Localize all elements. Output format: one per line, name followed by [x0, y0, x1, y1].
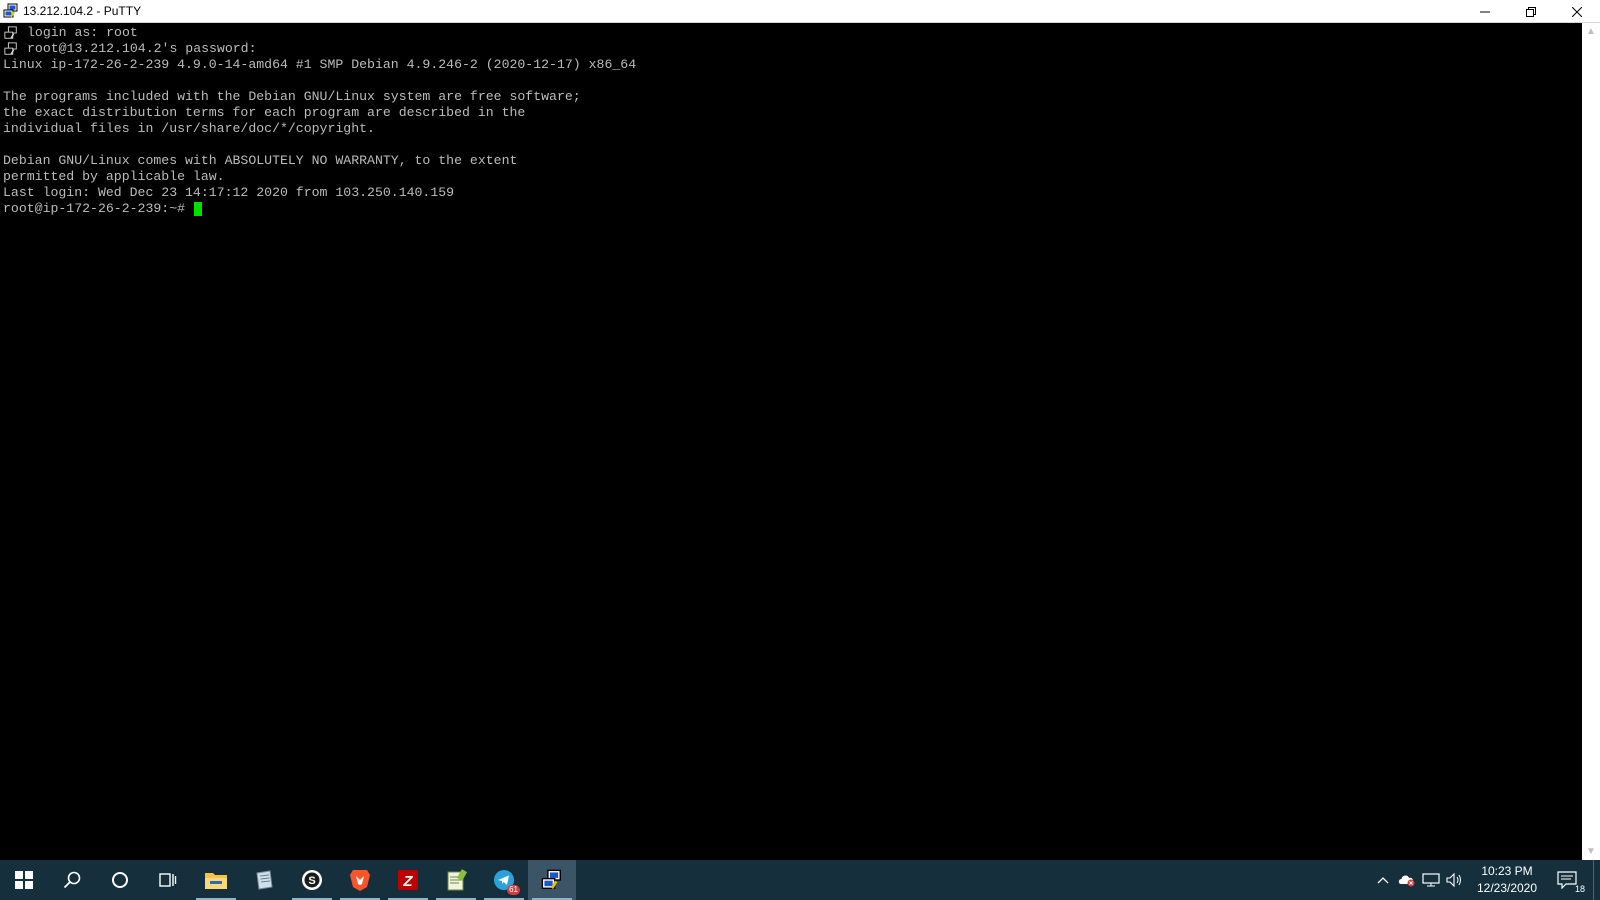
system-tray: 10:23 PM 12/23/2020 18	[1371, 860, 1600, 900]
terminal-line-text: Linux ip-172-26-2-239 4.9.0-14-amd64 #1 …	[3, 57, 637, 72]
terminal-line: root@13.212.104.2's password:	[3, 41, 1582, 57]
show-desktop-button[interactable]	[1593, 860, 1600, 900]
terminal-line: login as: root	[3, 25, 1582, 41]
brave-lion-icon	[350, 870, 370, 891]
terminal-line-text: root@13.212.104.2's password:	[27, 41, 257, 56]
taskbar-app-s[interactable]: S	[288, 860, 336, 900]
taskbar-putty[interactable]	[528, 860, 576, 900]
speaker-icon	[1446, 873, 1461, 887]
terminal-prompt-line[interactable]: root@ip-172-26-2-239:~#	[3, 201, 1582, 217]
search-button[interactable]	[48, 860, 96, 900]
minimize-icon	[1480, 11, 1490, 12]
putty-event-icon	[4, 26, 17, 39]
terminal-line: The programs included with the Debian GN…	[3, 89, 1582, 105]
terminal-line-text: permitted by applicable law.	[3, 169, 225, 184]
close-button[interactable]	[1554, 0, 1600, 23]
restore-button[interactable]	[1508, 0, 1554, 23]
svg-text:S: S	[308, 875, 315, 887]
taskbar: S Z 61 10:23 PM 12/23/2020 18	[0, 860, 1600, 900]
close-icon	[1572, 6, 1582, 17]
clock-time: 10:23 PM	[1481, 864, 1533, 878]
onedrive-tray-button[interactable]	[1395, 860, 1419, 900]
taskbar-notepad-plus[interactable]	[432, 860, 480, 900]
task-view-button[interactable]	[144, 860, 192, 900]
taskbar-file-explorer[interactable]	[192, 860, 240, 900]
terminal-line: Last login: Wed Dec 23 14:17:12 2020 fro…	[3, 185, 1582, 201]
vertical-scrollbar[interactable]: ▲ ▼	[1582, 23, 1600, 860]
taskbar-telegram[interactable]: 61	[480, 860, 528, 900]
putty-event-icon	[4, 42, 17, 55]
volume-tray-button[interactable]	[1443, 860, 1467, 900]
terminal-line: Debian GNU/Linux comes with ABSOLUTELY N…	[3, 153, 1582, 169]
terminal-line: permitted by applicable law.	[3, 169, 1582, 185]
window-title: 13.212.104.2 - PuTTY	[23, 4, 142, 18]
terminal-line-text: login as: root	[27, 25, 138, 40]
windows-icon	[15, 871, 33, 889]
notification-count: 18	[1574, 884, 1585, 894]
taskbar-notes-app[interactable]	[240, 860, 288, 900]
terminal-line: the exact distribution terms for each pr…	[3, 105, 1582, 121]
terminal-line-text: Last login: Wed Dec 23 14:17:12 2020 fro…	[3, 185, 455, 200]
svg-text:Z: Z	[402, 873, 413, 890]
folder-icon	[205, 873, 227, 889]
show-hidden-icons-button[interactable]	[1371, 860, 1395, 900]
action-center-button[interactable]: 18	[1547, 860, 1587, 900]
cortana-icon	[112, 872, 128, 888]
search-icon	[63, 871, 81, 889]
network-tray-button[interactable]	[1419, 860, 1443, 900]
s-app-icon: S	[302, 870, 322, 890]
terminal-line-text: The programs included with the Debian GN…	[3, 89, 581, 104]
scroll-up-icon[interactable]: ▲	[1582, 23, 1600, 40]
network-icon	[1422, 873, 1440, 887]
cortana-button[interactable]	[96, 860, 144, 900]
clock-date: 12/23/2020	[1476, 881, 1538, 895]
terminal-line-text: individual files in /usr/share/doc/*/cop…	[3, 121, 375, 136]
terminal-line: Linux ip-172-26-2-239 4.9.0-14-amd64 #1 …	[3, 57, 1582, 73]
terminal-line-text: Debian GNU/Linux comes with ABSOLUTELY N…	[3, 153, 518, 168]
putty-icon	[541, 869, 561, 889]
task-view-icon	[159, 873, 177, 887]
notebook-icon	[256, 870, 273, 890]
window-titlebar[interactable]: 13.212.104.2 - PuTTY	[0, 0, 1600, 23]
telegram-unread-badge: 61	[507, 885, 520, 895]
taskbar-brave-browser[interactable]	[336, 860, 384, 900]
terminal-output[interactable]: login as: root root@13.212.104.2's passwo…	[0, 23, 1582, 860]
cloud-error-icon	[1398, 875, 1415, 887]
scroll-down-icon[interactable]: ▼	[1582, 843, 1600, 860]
start-button[interactable]	[0, 860, 48, 900]
minimize-button[interactable]	[1462, 0, 1508, 23]
filezilla-icon: Z	[398, 870, 418, 890]
taskbar-clock[interactable]: 10:23 PM 12/23/2020	[1467, 863, 1547, 897]
terminal-line: individual files in /usr/share/doc/*/cop…	[3, 121, 1582, 137]
terminal-line-text: the exact distribution terms for each pr…	[3, 105, 526, 120]
shell-prompt: root@ip-172-26-2-239:~#	[3, 201, 186, 216]
taskbar-filezilla[interactable]: Z	[384, 860, 432, 900]
restore-icon	[1526, 6, 1536, 17]
chevron-up-icon	[1377, 877, 1389, 884]
notepad-icon	[447, 869, 467, 891]
text-cursor	[194, 202, 203, 216]
putty-icon[interactable]	[3, 3, 19, 19]
